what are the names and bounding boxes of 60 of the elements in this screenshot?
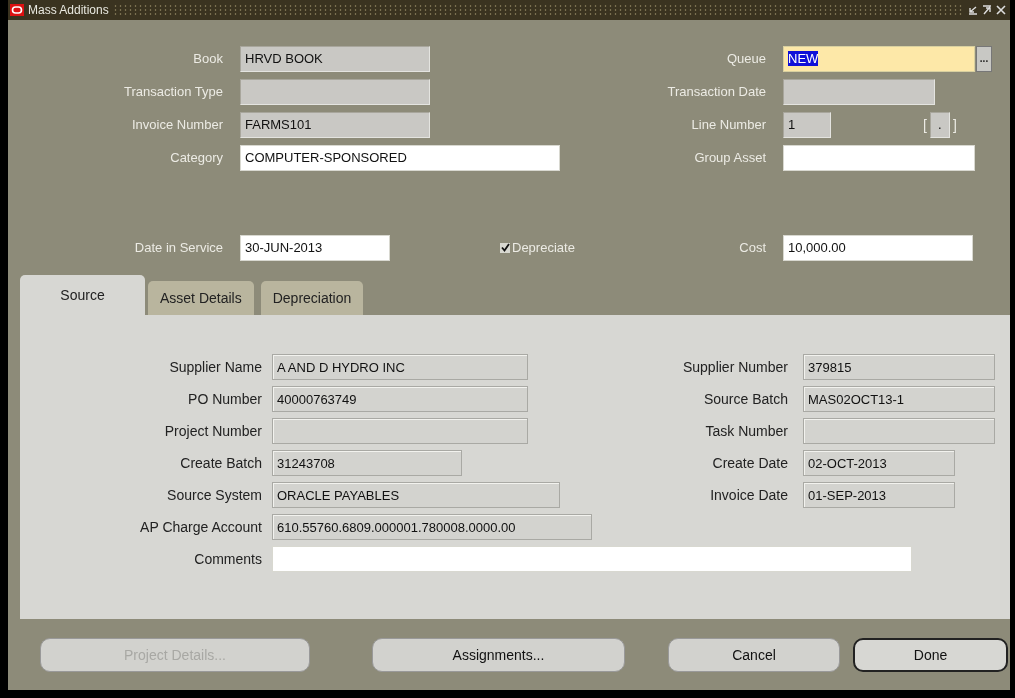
input-field[interactable]	[783, 78, 935, 105]
field-label: Comments	[194, 551, 262, 567]
window-title: Mass Additions	[28, 3, 109, 17]
input-field[interactable]: FARMS101	[240, 111, 430, 138]
field-label: Cost	[739, 240, 766, 255]
input-field[interactable]: 379815	[803, 354, 995, 380]
input-field[interactable]: NEW	[783, 45, 975, 72]
field-label: Supplier Number	[682, 359, 788, 375]
maximize-icon[interactable]	[982, 5, 992, 15]
list-of-values-button[interactable]: ...	[976, 45, 992, 72]
minimize-icon[interactable]	[968, 5, 978, 15]
field-label: Transaction Type	[124, 84, 223, 99]
field-label: Transaction Date	[667, 84, 766, 99]
bracket: [	[923, 116, 927, 133]
field-label: Book	[193, 51, 223, 66]
tab[interactable]: Source	[20, 275, 145, 315]
input-field[interactable]: A AND D HYDRO INC	[272, 354, 528, 380]
field-label: Line Number	[691, 117, 766, 132]
input-field[interactable]: 610.55760.6809.000001.780008.0000.00	[272, 514, 592, 540]
field-label: PO Number	[188, 391, 262, 407]
input-field[interactable]: 10,000.00	[783, 234, 973, 261]
dialog-button[interactable]: Cancel	[668, 637, 840, 672]
tab[interactable]: Depreciation	[260, 281, 364, 315]
field-label: Project Number	[164, 423, 262, 439]
field-label: Category	[170, 150, 223, 165]
dialog-button[interactable]: Assignments...	[372, 637, 625, 672]
field-label: Create Date	[712, 455, 788, 471]
input-field[interactable]: .	[929, 111, 950, 138]
field-label: Group Asset	[694, 150, 766, 165]
input-field[interactable]: 31243708	[272, 450, 462, 476]
field-label: Queue	[726, 51, 766, 66]
field-label: Create Batch	[180, 455, 262, 471]
input-field[interactable]	[272, 418, 528, 444]
input-field[interactable]: 40000763749	[272, 386, 528, 412]
input-field[interactable]: 01-SEP-2013	[803, 482, 955, 508]
close-icon[interactable]	[996, 5, 1006, 15]
bracket: ]	[952, 116, 957, 133]
field-label: Supplier Name	[169, 359, 262, 375]
field-label: Date in Service	[134, 240, 223, 255]
input-field[interactable]: 1	[783, 111, 831, 138]
input-field[interactable]: 02-OCT-2013	[803, 450, 955, 476]
dialog-button[interactable]: Done	[853, 637, 1008, 672]
input-field[interactable]	[240, 78, 430, 105]
field-label: Invoice Number	[131, 117, 223, 132]
checkbox-icon[interactable]	[500, 242, 510, 253]
tab[interactable]: Asset Details	[148, 281, 254, 315]
field-label: Source Batch	[703, 391, 788, 407]
input-field[interactable]	[272, 546, 912, 572]
input-field[interactable]: 30-JUN-2013	[240, 234, 390, 261]
input-field[interactable]: COMPUTER-SPONSORED	[240, 144, 560, 171]
input-field[interactable]: ORACLE PAYABLES	[272, 482, 560, 508]
input-field[interactable]: HRVD BOOK	[240, 45, 430, 72]
input-field[interactable]	[783, 144, 975, 171]
input-field[interactable]	[803, 418, 995, 444]
field-label: AP Charge Account	[140, 519, 262, 535]
field-label: Source System	[167, 487, 262, 503]
field-label: Task Number	[705, 423, 788, 439]
app-logo-icon	[10, 4, 24, 16]
input-field[interactable]: MAS02OCT13-1	[803, 386, 995, 412]
field-label: Invoice Date	[710, 487, 788, 503]
